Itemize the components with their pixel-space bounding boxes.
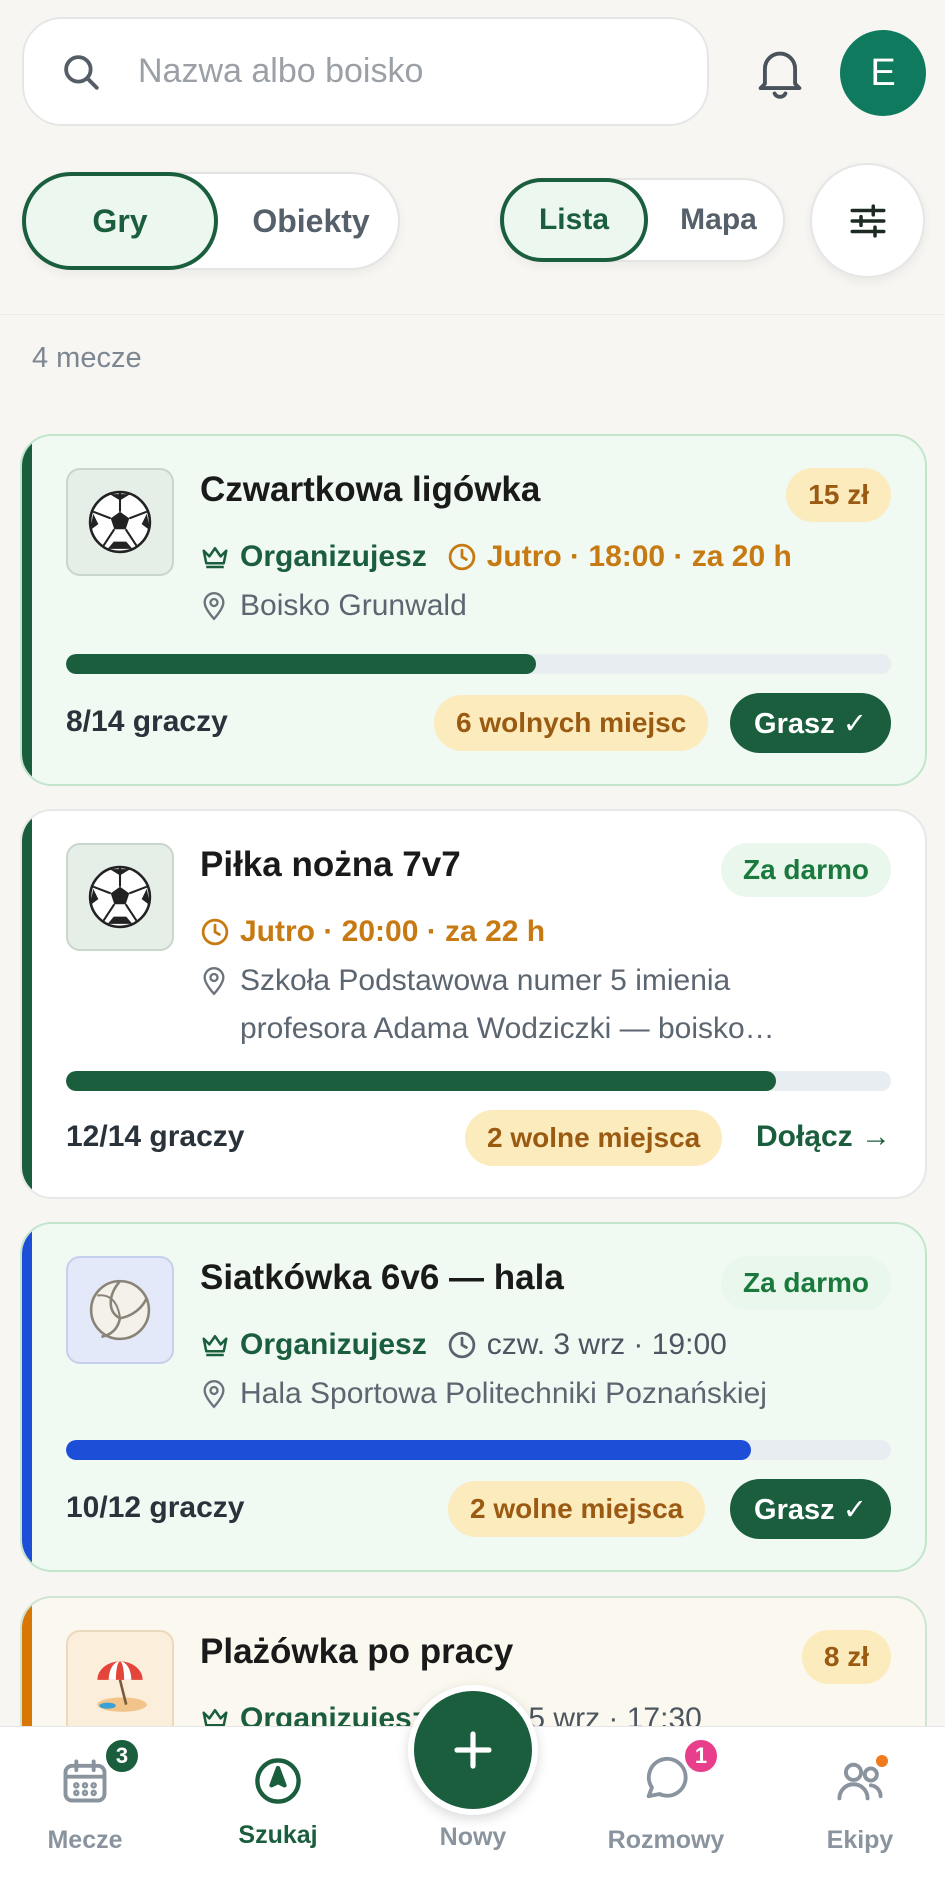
match-title: Siatkówka 6v6 — hala (200, 1258, 564, 1297)
price-badge: Za darmo (720, 1256, 891, 1310)
progress-fill (66, 654, 537, 674)
teams-notification-dot (874, 1753, 890, 1769)
nav-teams[interactable]: Ekipy (790, 1753, 930, 1855)
soccer-ball-icon (88, 490, 152, 554)
crown-icon (202, 1335, 228, 1357)
nav-icon-wrap: 3 (59, 1737, 141, 1812)
players-progress (66, 1440, 891, 1460)
match-location: Boisko Grunwald (200, 582, 467, 630)
sliders-icon (850, 203, 885, 238)
nav-label: Szukaj (238, 1821, 318, 1849)
avatar[interactable]: E (840, 30, 926, 116)
organizer-tag: Organizujesz (200, 540, 427, 574)
match-time: Jutro · 20:00 · za 22 h (200, 915, 545, 949)
tab-list[interactable]: Lista (500, 178, 648, 262)
sport-badge (66, 468, 174, 576)
organizer-label: Organizujesz (240, 540, 427, 573)
tab-venues[interactable]: Obiekty (218, 172, 404, 270)
tab-games[interactable]: Gry (22, 172, 218, 270)
new-match-button[interactable] (408, 1685, 538, 1815)
playing-button[interactable]: Grasz ✓ (730, 1479, 891, 1539)
volleyball-icon (89, 1279, 151, 1341)
crown-icon (202, 547, 228, 569)
time-label: Jutro · 20:00 · za 22 h (240, 915, 546, 948)
nav-matches[interactable]: 3 Mecze (15, 1737, 155, 1855)
match-title: Piłka nożna 7v7 (200, 845, 461, 884)
price-badge: Za darmo (720, 843, 891, 897)
view-toggle: Lista Mapa (500, 178, 785, 262)
chats-badge: 1 (682, 1737, 720, 1775)
card-accent (22, 811, 32, 1197)
tab-map[interactable]: Mapa (648, 178, 789, 262)
nav-search[interactable]: Szukaj (208, 1755, 348, 1850)
location-pin-icon (203, 1380, 225, 1409)
search-input[interactable] (138, 52, 678, 91)
filter-button[interactable] (810, 163, 925, 278)
nav-label: Ekipy (826, 1826, 894, 1854)
new-match-label: Nowy (439, 1823, 507, 1851)
match-time: Jutro · 18:00 · za 20 h (447, 540, 792, 574)
players-progress (66, 654, 891, 674)
match-title: Plażówka po pracy (200, 1632, 514, 1671)
bell-icon[interactable] (754, 45, 806, 101)
time-label: czw. 3 wrz · 19:00 (486, 1328, 727, 1361)
compass-icon (255, 1758, 301, 1804)
match-card[interactable]: Siatkówka 6v6 — hala Za darmo Organizuje… (20, 1222, 927, 1572)
match-meta: Jutro · 20:00 · za 22 h (200, 915, 545, 949)
nav-icon-wrap: 1 (640, 1737, 720, 1812)
progress-fill (66, 1071, 776, 1091)
price-badge: 8 zł (801, 1630, 891, 1684)
free-slots-badge: 6 wolnych miejsc (434, 695, 709, 751)
soccer-ball-icon (88, 865, 152, 929)
price-badge: 15 zł (786, 468, 891, 522)
organizer-tag: Organizujesz (200, 1328, 427, 1362)
players-count: 12/14 graczy (66, 1120, 245, 1153)
match-card[interactable]: Piłka nożna 7v7 Za darmo Jutro · 20:00 ·… (20, 809, 927, 1199)
matches-badge: 3 (103, 1737, 141, 1775)
location-label: Hala Sportowa Politechniki Poznańskiej (240, 1377, 767, 1410)
players-count: 8/14 graczy (66, 705, 228, 738)
match-title: Czwartkowa ligówka (200, 470, 541, 509)
search-bar[interactable] (22, 17, 709, 126)
nav-label: Mecze (47, 1826, 123, 1854)
playing-button[interactable]: Grasz ✓ (730, 693, 891, 753)
sport-badge (66, 843, 174, 951)
match-card[interactable]: Czwartkowa ligówka 15 zł Organizujesz Ju… (20, 434, 927, 786)
players-progress (66, 1071, 891, 1091)
sport-badge (66, 1630, 174, 1738)
free-slots-badge: 2 wolne miejsca (465, 1110, 723, 1166)
location-label: Szkoła Podstawowa numer 5 imienia profes… (240, 964, 775, 1045)
nav-chats[interactable]: 1 Rozmowy (596, 1737, 736, 1855)
beach-umbrella-icon (97, 1661, 147, 1712)
time-label: Jutro · 18:00 · za 20 h (486, 540, 792, 573)
top-bar: E Gry Obiekty Lista Mapa (0, 0, 945, 315)
clock-icon (448, 1331, 475, 1359)
card-accent (22, 1224, 32, 1570)
results-count: 4 mecze (32, 342, 142, 374)
nav-label: Rozmowy (607, 1826, 725, 1854)
card-accent (22, 436, 32, 784)
location-pin-icon (203, 592, 225, 621)
search-icon (64, 54, 99, 90)
location-pin-icon (203, 967, 225, 996)
free-slots-badge: 2 wolne miejsca (448, 1481, 706, 1537)
clock-icon (201, 918, 229, 946)
players-count: 10/12 graczy (66, 1491, 245, 1524)
plus-icon (454, 1731, 492, 1769)
calendar-icon (63, 1759, 107, 1803)
location-label: Boisko Grunwald (240, 589, 467, 622)
nav-icon-wrap (834, 1753, 890, 1812)
match-time: czw. 3 wrz · 19:00 (447, 1328, 727, 1362)
match-location: Hala Sportowa Politechniki Poznańskiej (200, 1370, 767, 1418)
match-location: Szkoła Podstawowa numer 5 imienia profes… (200, 957, 840, 1053)
match-meta: Organizujesz Jutro · 18:00 · za 20 h (200, 540, 792, 574)
clock-icon (448, 543, 475, 571)
sport-badge (66, 1256, 174, 1364)
organizer-label: Organizujesz (240, 1328, 427, 1361)
join-link[interactable]: Dołącz → (756, 1120, 891, 1154)
progress-fill (66, 1440, 751, 1460)
mode-toggle: Gry Obiekty (22, 172, 400, 270)
match-meta: Organizujesz czw. 3 wrz · 19:00 (200, 1328, 727, 1362)
